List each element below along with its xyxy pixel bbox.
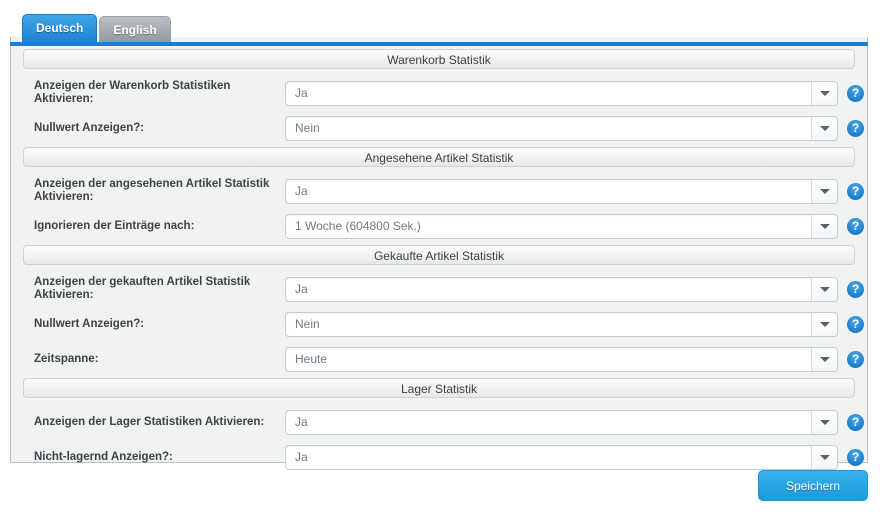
help-icon[interactable]: ? <box>847 182 864 200</box>
setting-label: Anzeigen der gekauften Artikel Statistik… <box>34 276 251 301</box>
select-angesehene-aktivieren[interactable]: Ja <box>285 178 838 204</box>
select-gekaufte-aktivieren[interactable]: Ja <box>285 276 838 302</box>
settings-screen: Deutsch English Warenkorb Statistik Anze… <box>0 0 880 515</box>
chevron-down-icon[interactable] <box>811 214 837 238</box>
chevron-down-icon[interactable] <box>811 312 837 336</box>
setting-field: Ja ? <box>285 178 864 204</box>
help-icon[interactable]: ? <box>847 448 864 466</box>
section-header-warenkorb: Warenkorb Statistik <box>23 49 855 69</box>
select-value: Heute <box>295 352 328 366</box>
chevron-down-icon[interactable] <box>811 410 837 434</box>
select-value: 1 Woche (604800 Sek.) <box>295 219 421 233</box>
setting-field: Ja ? <box>285 80 864 106</box>
chevron-down-icon[interactable] <box>811 445 837 469</box>
help-icon[interactable]: ? <box>847 350 864 368</box>
setting-label: Anzeigen der Warenkorb Statistiken Aktiv… <box>34 80 231 105</box>
setting-row: Anzeigen der Warenkorb Statistiken Aktiv… <box>23 77 864 109</box>
help-icon[interactable]: ? <box>847 119 864 137</box>
setting-row: Nicht-lagernd Anzeigen?: Ja ? <box>23 441 864 473</box>
language-tabbar: Deutsch English <box>10 9 868 47</box>
section-header-gekaufte: Gekaufte Artikel Statistik <box>23 245 855 265</box>
section-header-angesehene: Angesehene Artikel Statistik <box>23 147 855 167</box>
section-header-lager: Lager Statistik <box>23 378 855 398</box>
chevron-down-icon[interactable] <box>811 347 837 371</box>
select-lager-aktivieren[interactable]: Ja <box>285 409 838 435</box>
select-value: Ja <box>295 184 308 198</box>
select-gekaufte-nullwert[interactable]: Nein <box>285 311 838 337</box>
setting-field: 1 Woche (604800 Sek.) ? <box>285 213 864 239</box>
help-icon[interactable]: ? <box>847 315 864 333</box>
form-footer: Speichern <box>10 470 868 510</box>
setting-field: Ja ? <box>285 444 864 470</box>
settings-panel: Warenkorb Statistik Anzeigen der Warenko… <box>10 37 868 470</box>
setting-row: Zeitspanne: Heute ? <box>23 343 864 375</box>
setting-row: Anzeigen der angesehenen Artikel Statist… <box>23 175 864 207</box>
select-value: Nein <box>295 317 320 331</box>
tab-english-label: English <box>113 23 157 37</box>
tab-english[interactable]: English <box>99 16 171 42</box>
setting-field: Ja ? <box>285 409 864 435</box>
setting-label: Nullwert Anzeigen?: <box>34 317 145 330</box>
help-icon[interactable]: ? <box>847 413 864 431</box>
setting-label: Nicht-lagernd Anzeigen?: <box>34 450 173 463</box>
help-icon[interactable]: ? <box>847 217 864 235</box>
setting-label: Zeitspanne: <box>34 352 99 365</box>
select-ignorieren-eintraege[interactable]: 1 Woche (604800 Sek.) <box>285 213 838 239</box>
select-value: Ja <box>295 86 308 100</box>
chevron-down-icon[interactable] <box>811 277 837 301</box>
help-icon[interactable]: ? <box>847 280 864 298</box>
setting-row: Nullwert Anzeigen?: Nein ? <box>23 308 864 340</box>
setting-row: Anzeigen der Lager Statistiken Aktiviere… <box>23 406 864 438</box>
select-warenkorb-aktivieren[interactable]: Ja <box>285 80 838 106</box>
settings-panel-inner: Warenkorb Statistik Anzeigen der Warenko… <box>11 37 867 473</box>
setting-field: Heute ? <box>285 346 864 372</box>
select-warenkorb-nullwert[interactable]: Nein <box>285 115 838 141</box>
setting-row: Ignorieren der Einträge nach: 1 Woche (6… <box>23 210 864 242</box>
chevron-down-icon[interactable] <box>811 81 837 105</box>
tab-deutsch-label: Deutsch <box>36 21 84 35</box>
setting-label: Ignorieren der Einträge nach: <box>34 219 195 232</box>
select-value: Ja <box>295 282 308 296</box>
setting-row: Anzeigen der gekauften Artikel Statistik… <box>23 273 864 305</box>
help-icon[interactable]: ? <box>847 84 864 102</box>
save-button[interactable]: Speichern <box>758 470 868 501</box>
chevron-down-icon[interactable] <box>811 179 837 203</box>
setting-field: Nein ? <box>285 115 864 141</box>
select-value: Nein <box>295 121 320 135</box>
setting-label: Nullwert Anzeigen?: <box>34 121 145 134</box>
setting-field: Ja ? <box>285 276 864 302</box>
setting-label: Anzeigen der angesehenen Artikel Statist… <box>34 178 270 203</box>
select-zeitspanne[interactable]: Heute <box>285 346 838 372</box>
chevron-down-icon[interactable] <box>811 116 837 140</box>
setting-label: Anzeigen der Lager Statistiken Aktiviere… <box>34 415 265 428</box>
tabstrip: Deutsch English <box>10 9 173 42</box>
setting-row: Nullwert Anzeigen?: Nein ? <box>23 112 864 144</box>
select-value: Ja <box>295 450 308 464</box>
tab-deutsch[interactable]: Deutsch <box>22 14 98 42</box>
select-nicht-lagernd[interactable]: Ja <box>285 444 838 470</box>
select-value: Ja <box>295 415 308 429</box>
setting-field: Nein ? <box>285 311 864 337</box>
